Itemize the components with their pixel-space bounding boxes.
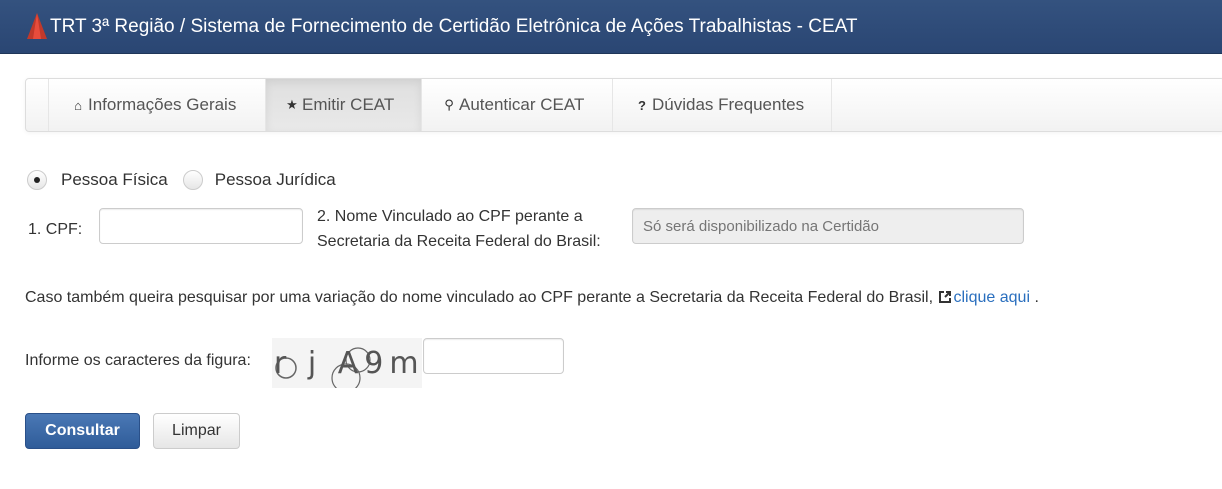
tab-label: Emitir CEAT [302,95,395,114]
cpf-label: 1. CPF: [28,221,83,238]
captcha-text: r j A9m [274,346,422,381]
tab-autenticar-ceat[interactable]: ⚲ Autenticar CEAT [421,79,612,131]
pessoa-juridica-label: Pessoa Jurídica [214,170,336,189]
clique-aqui-link[interactable]: clique aqui [938,289,1035,306]
pessoa-fisica-radio[interactable] [27,170,47,190]
consultar-button[interactable]: Consultar [25,413,140,449]
tab-emitir-ceat[interactable]: ★ Emitir CEAT [265,79,421,131]
search-icon: ⚲ [444,97,454,112]
name-label-line2: Secretaria da Receita Federal do Brasil: [317,233,601,250]
star-icon: ★ [286,97,298,112]
captcha-label: Informe os caracteres da figura: [25,352,251,369]
info-period: . [1034,289,1039,306]
tab-label: Dúvidas Frequentes [652,95,805,114]
home-icon: ⌂ [74,97,82,113]
info-text-block: Caso também queira pesquisar por uma var… [25,289,1039,307]
external-link-icon [938,291,951,303]
pessoa-juridica-radio[interactable] [182,170,203,190]
app-header: TRT 3ª Região / Sistema de Fornecimento … [0,0,1222,54]
limpar-button[interactable]: Limpar [153,413,240,449]
info-text: Caso também queira pesquisar por uma var… [25,289,934,306]
logo-icon [27,13,47,39]
name-field [632,208,1024,244]
captcha-input[interactable] [423,338,564,374]
cpf-input[interactable] [99,208,303,244]
tab-label: Autenticar CEAT [459,95,585,114]
main-nav: ⌂ Informações Gerais ★ Emitir CEAT ⚲ Aut… [25,78,1222,132]
pessoa-fisica-label: Pessoa Física [61,170,168,189]
person-type-group: Pessoa Física Pessoa Jurídica [27,168,336,192]
tab-label: Informações Gerais [88,95,237,114]
name-label-line1: 2. Nome Vinculado ao CPF perante a [317,208,583,225]
tab-informacoes-gerais[interactable]: ⌂ Informações Gerais [48,79,266,131]
clique-aqui-label: clique aqui [953,289,1031,306]
page-title: TRT 3ª Região / Sistema de Fornecimento … [50,16,858,37]
question-icon: ? [638,97,646,113]
captcha-image: r j A9m [272,338,422,388]
tab-duvidas-frequentes[interactable]: ? Dúvidas Frequentes [612,79,832,131]
